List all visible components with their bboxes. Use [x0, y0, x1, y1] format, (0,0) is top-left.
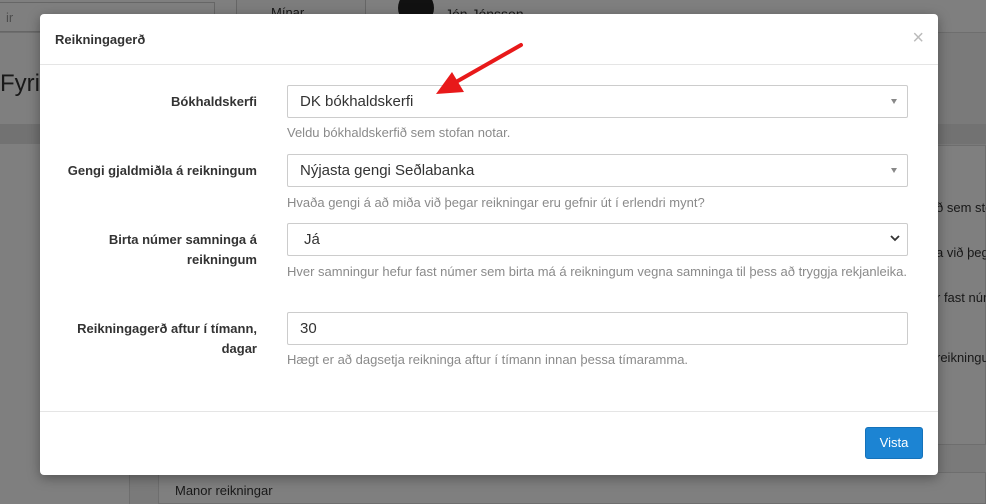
save-button[interactable]: Vista [865, 427, 923, 459]
exchange-rate-select[interactable]: Nýjasta gengi Seðlabanka [287, 154, 908, 187]
field-help: Veldu bókhaldskerfið sem stofan notar. [287, 125, 511, 140]
chevron-down-icon [890, 235, 900, 242]
select-value: Já [304, 231, 320, 248]
select-value: Nýjasta gengi Seðlabanka [300, 162, 475, 179]
select-value: DK bókhaldskerfi [300, 93, 414, 110]
field-help: Hvaða gengi á að miða við þegar reikning… [287, 195, 705, 210]
modal-header: Reikningagerð × [40, 14, 938, 65]
modal-title: Reikningagerð [55, 32, 146, 47]
field-label: Birta númer samninga á reikningum [108, 232, 257, 267]
contract-number-select[interactable]: Já [287, 223, 908, 256]
caret-down-icon [891, 99, 897, 104]
accounting-system-select[interactable]: DK bókhaldskerfi [287, 85, 908, 118]
field-label: Gengi gjaldmiðla á reikningum [67, 163, 257, 178]
invoicing-modal: Reikningagerð × Bókhaldskerfi DK bókhald… [40, 14, 938, 475]
field-help: Hver samningur hefur fast númer sem birt… [287, 264, 907, 279]
field-help: Hægt er að dagsetja reikninga aftur í tí… [287, 352, 689, 367]
modal-footer: Vista [40, 411, 938, 475]
input-value: 30 [300, 320, 317, 337]
field-label: Reikningagerð aftur í tímann, dagar [77, 321, 257, 356]
modal-body: Bókhaldskerfi DK bókhaldskerfi Veldu bók… [40, 65, 938, 411]
backdating-days-input[interactable]: 30 [287, 312, 908, 345]
caret-down-icon [891, 168, 897, 173]
field-label: Bókhaldskerfi [171, 94, 257, 109]
close-icon[interactable]: × [912, 28, 924, 48]
